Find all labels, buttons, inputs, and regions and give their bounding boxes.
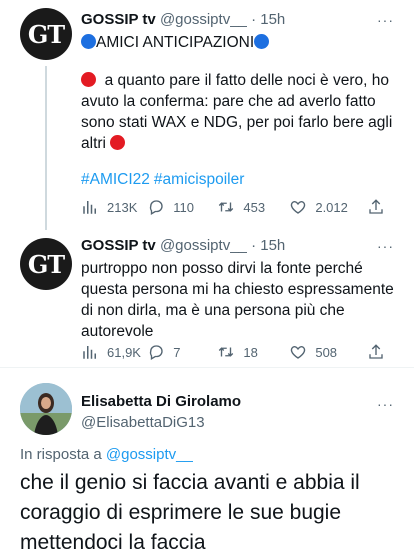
separator-dot: · [251, 11, 257, 28]
tweet-1[interactable]: GT GOSSIP tv @gossiptv__ · 15h ··· AMICI… [0, 0, 414, 230]
reply-author-handle[interactable]: @ElisabettaDiG13 [81, 414, 205, 431]
red-circle-icon [110, 135, 126, 150]
more-options-icon[interactable]: ··· [377, 12, 394, 28]
reply-context: In risposta a @gossiptv__ [20, 446, 193, 463]
author-name[interactable]: GOSSIP tv [81, 11, 156, 28]
more-options-icon[interactable]: ··· [377, 396, 394, 412]
reply-icon [150, 200, 163, 215]
heart-icon [291, 201, 306, 214]
tweet-header: GOSSIP tv @gossiptv__ · 15h [81, 237, 285, 254]
hashtags: #AMICI22 #amicispoiler [81, 171, 248, 189]
views-button[interactable]: 213K [81, 198, 147, 216]
retweet-button[interactable]: 453 [217, 198, 289, 216]
divider [0, 367, 414, 368]
share-button[interactable] [367, 198, 393, 216]
reply-label: In risposta a [20, 446, 102, 463]
views-button[interactable]: 61,9K [81, 343, 147, 361]
tweet-header: GOSSIP tv @gossiptv__ · 15h [81, 11, 285, 28]
reply-text: che il genio si faccia avanti e abbia il… [20, 471, 360, 554]
reply-button[interactable]: 7 [147, 343, 217, 361]
like-button[interactable]: 2.012 [289, 198, 367, 216]
share-button[interactable] [367, 343, 393, 361]
avatar[interactable]: GT [20, 8, 72, 60]
replies-count: 110 [173, 199, 195, 215]
views-icon [83, 346, 96, 359]
blue-circle-icon [81, 34, 96, 49]
author-handle[interactable]: @gossiptv__ [160, 11, 247, 28]
share-icon [369, 199, 383, 214]
tweet-actions: 213K 110 453 2.012 [81, 197, 393, 217]
avatar[interactable]: GT [20, 238, 72, 290]
replies-count: 7 [173, 344, 181, 360]
tweet-2[interactable]: GT GOSSIP tv @gossiptv__ · 15h ··· purtr… [0, 230, 414, 370]
reply-to-link[interactable]: @gossiptv__ [106, 446, 193, 463]
reply-button[interactable]: 110 [147, 198, 217, 216]
like-button[interactable]: 508 [289, 343, 367, 361]
tweet-title-text: AMICI ANTICIPAZIONI [96, 34, 255, 51]
author-handle[interactable]: @gossiptv__ [160, 237, 247, 254]
views-count: 61,9K [107, 344, 141, 360]
red-circle-icon [81, 72, 96, 87]
heart-icon [291, 346, 306, 359]
share-icon [369, 344, 383, 359]
likes-count: 508 [315, 344, 338, 360]
author-name[interactable]: GOSSIP tv [81, 237, 156, 254]
tweet-text: a quanto pare il fatto delle noci è vero… [81, 70, 401, 154]
reply-author-name[interactable]: Elisabetta Di Girolamo [81, 393, 241, 410]
tweet-text: purtroppo non posso dirvi la fonte perch… [81, 260, 394, 340]
retweets-count: 18 [243, 344, 258, 360]
tweet-body: a quanto pare il fatto delle noci è vero… [81, 72, 393, 152]
views-count: 213K [107, 199, 138, 215]
hashtag-link[interactable]: #amicispoiler [154, 171, 244, 188]
more-options-icon[interactable]: ··· [377, 238, 394, 254]
views-icon [83, 201, 96, 214]
avatar[interactable] [20, 383, 72, 435]
avatar-photo-image [20, 383, 72, 435]
retweet-icon [219, 202, 234, 212]
retweet-button[interactable]: 18 [217, 343, 289, 361]
blue-circle-icon [254, 34, 270, 49]
retweets-count: 453 [243, 199, 266, 215]
retweet-icon [219, 347, 234, 357]
hashtag-link[interactable]: #AMICI22 [81, 171, 150, 188]
tweet-actions: 61,9K 7 18 508 [81, 342, 393, 362]
thread-line [45, 66, 47, 230]
separator-dot: · [251, 237, 257, 254]
tweet-time[interactable]: 15h [260, 237, 285, 254]
tweet-title: AMICI ANTICIPAZIONI [81, 32, 401, 53]
tweet-time[interactable]: 15h [260, 11, 285, 28]
likes-count: 2.012 [315, 199, 348, 215]
reply-icon [150, 345, 163, 360]
